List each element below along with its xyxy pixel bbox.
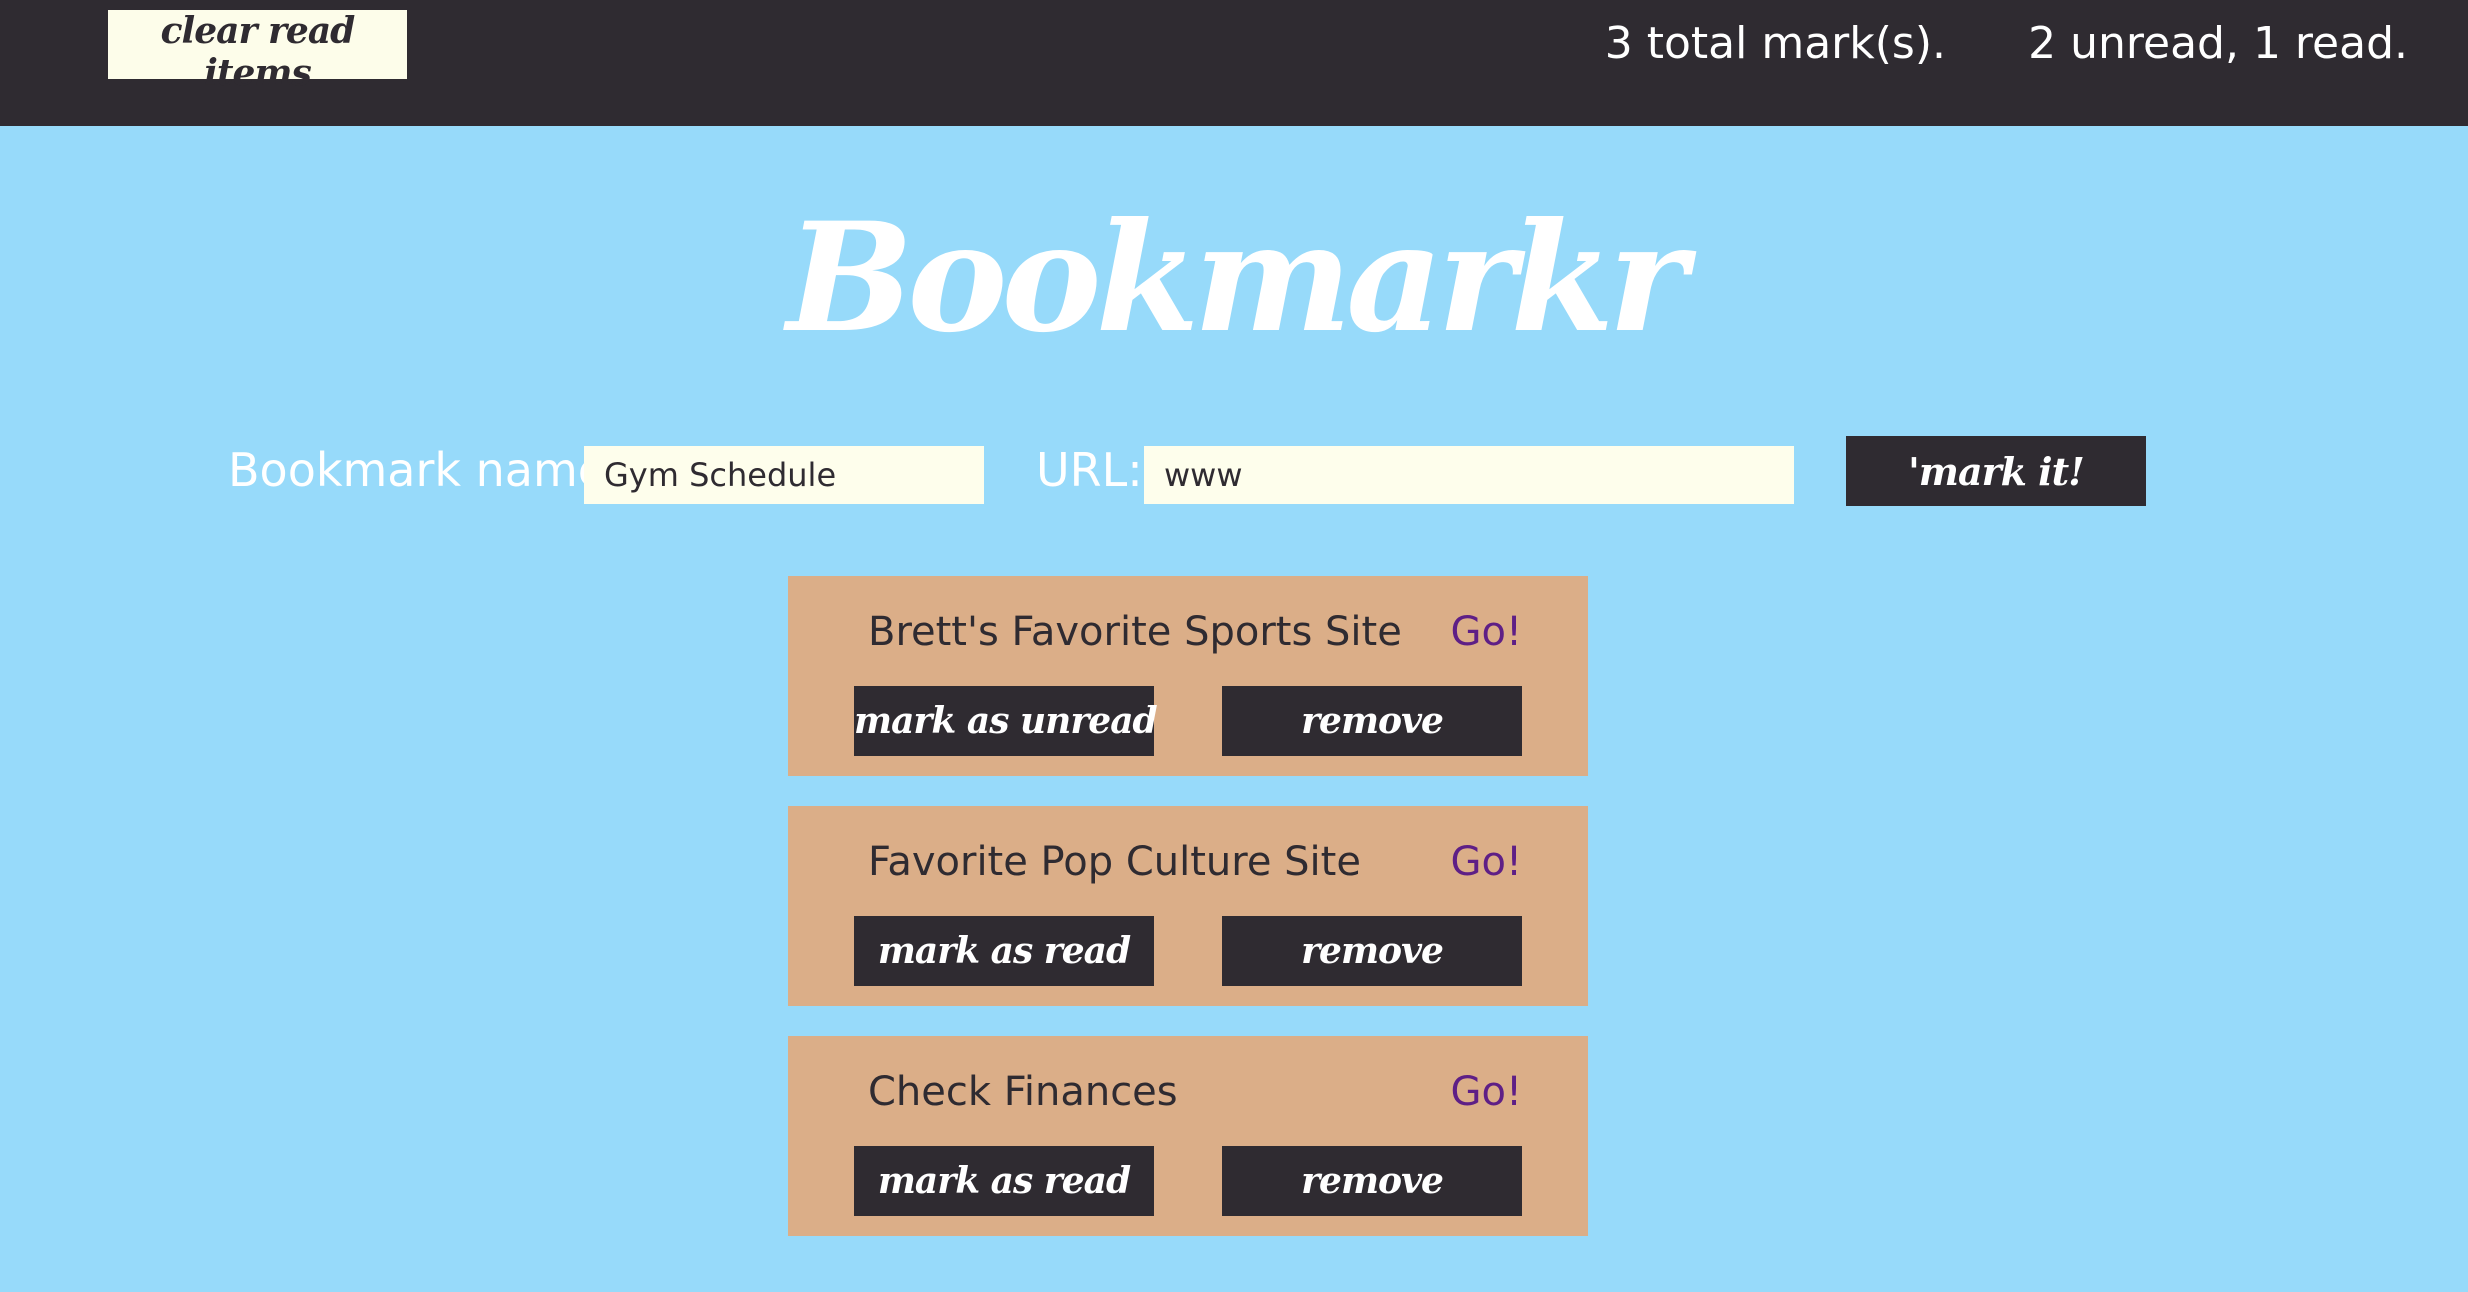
- mark-it-button[interactable]: 'mark it!: [1846, 436, 2146, 506]
- go-link[interactable]: Go!: [1450, 604, 1522, 660]
- url-input[interactable]: [1144, 446, 1794, 504]
- total-marks-count: 3 total mark(s).: [1604, 18, 1946, 69]
- mark-as-unread-button[interactable]: mark as unread: [854, 686, 1158, 756]
- remove-button[interactable]: remove: [1222, 686, 1522, 756]
- bookmark-title: Brett's Favorite Sports Site: [868, 609, 1402, 655]
- bookmark-card: Brett's Favorite Sports Site Go! mark as…: [788, 576, 1588, 776]
- bookmark-title: Favorite Pop Culture Site: [868, 839, 1361, 885]
- go-link[interactable]: Go!: [1450, 834, 1522, 890]
- mark-as-read-button[interactable]: mark as read: [854, 916, 1154, 986]
- bookmark-name-input[interactable]: [584, 446, 984, 504]
- url-label: URL:: [1036, 443, 1143, 497]
- top-bar: clear read items 3 total mark(s). 2 unre…: [0, 0, 2468, 126]
- go-link[interactable]: Go!: [1450, 1064, 1522, 1120]
- bookmark-title: Check Finances: [868, 1069, 1178, 1115]
- clear-read-items-button[interactable]: clear read items: [108, 10, 407, 94]
- remove-button[interactable]: remove: [1222, 1146, 1522, 1216]
- read-unread-count: 2 unread, 1 read.: [2028, 18, 2408, 69]
- app-title: Bookmarkr: [786, 190, 1688, 366]
- bookmark-card: Check Finances Go! mark as read remove: [788, 1036, 1588, 1236]
- mark-as-read-button[interactable]: mark as read: [854, 1146, 1154, 1216]
- bookmark-card: Favorite Pop Culture Site Go! mark as re…: [788, 806, 1588, 1006]
- bookmark-name-label: Bookmark name:: [228, 443, 622, 497]
- remove-button[interactable]: remove: [1222, 916, 1522, 986]
